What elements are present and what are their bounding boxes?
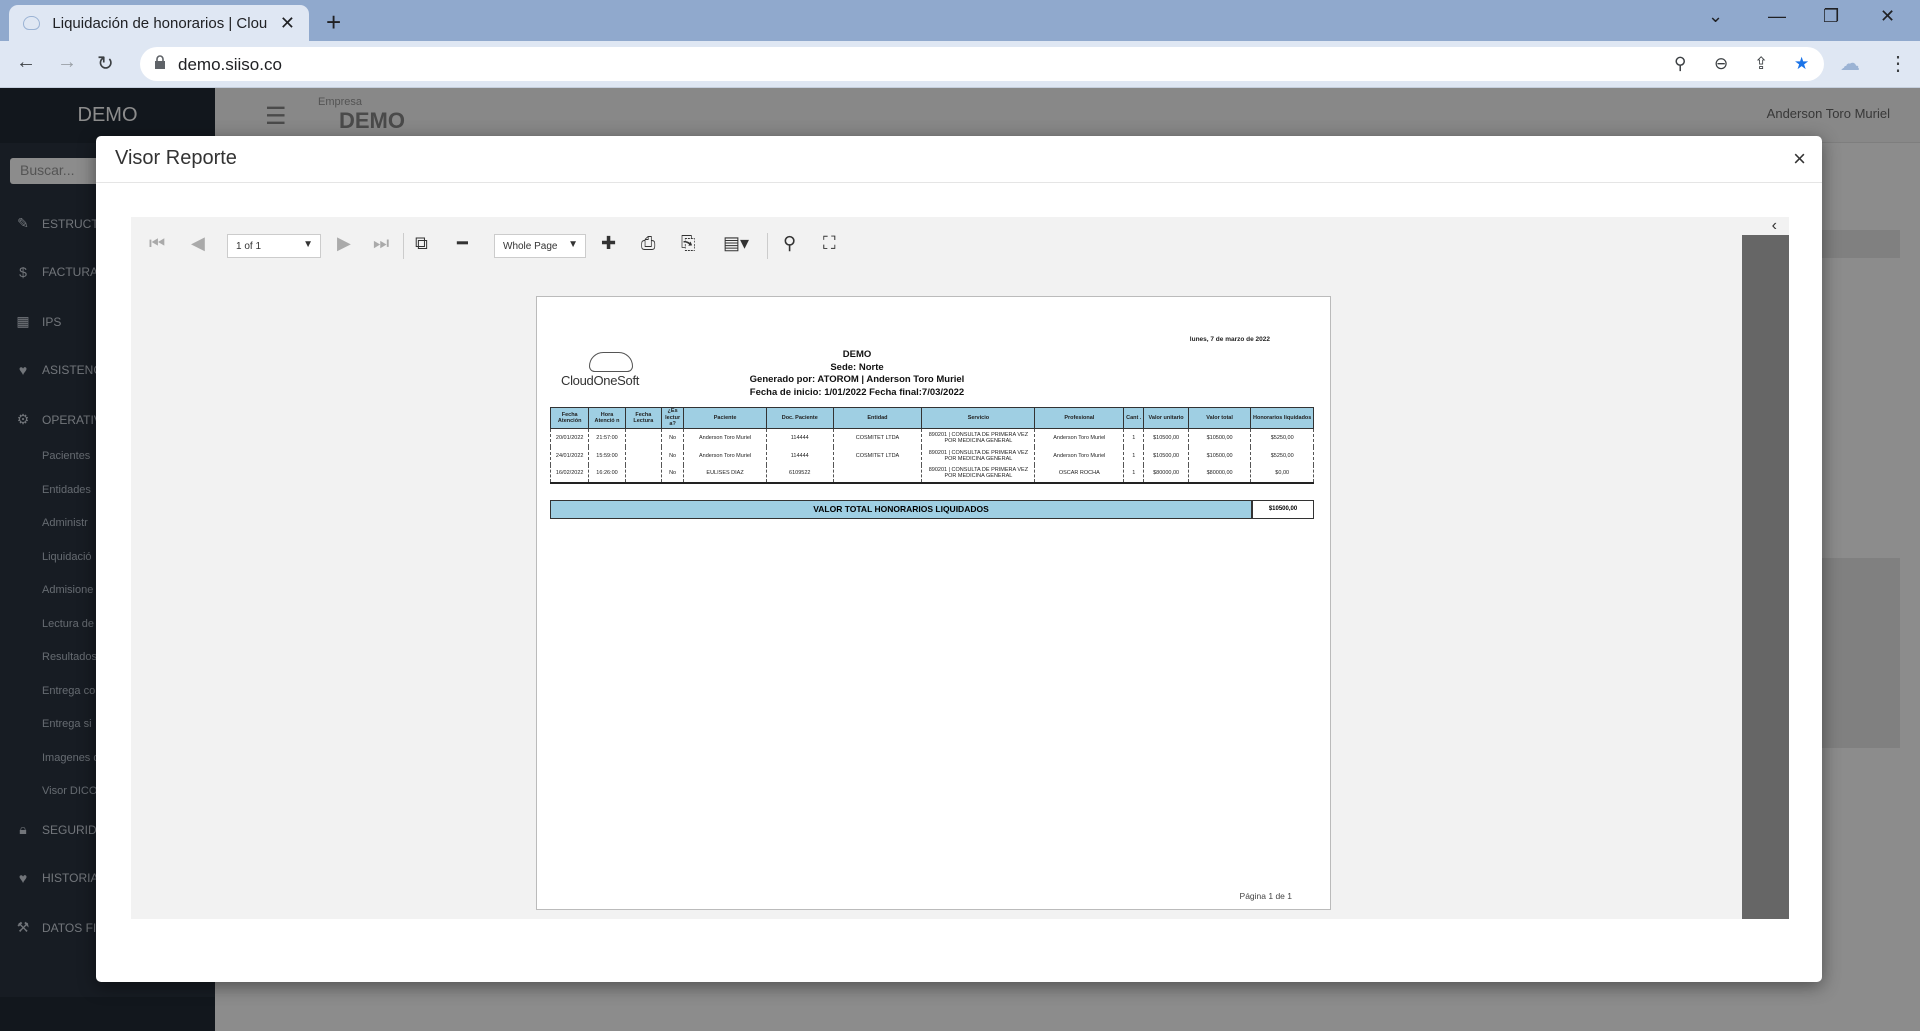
column-header: Fecha Lectura (624, 407, 663, 429)
browser-menu-icon[interactable]: ⋮ (1888, 51, 1908, 76)
report-viewer: ⏮ ◀ 1 of 1 ▼ ▶ ⏭ ⧉ ━ Whole Page ▼ ✚ ⎙ ⎘ … (131, 217, 1789, 919)
caret-down-icon: ▼ (568, 239, 578, 250)
viewer-side-panel (1742, 235, 1789, 919)
address-bar[interactable]: demo.siiso.co ⚲ ⊖ ⇪ ★ (140, 47, 1824, 81)
column-header: Entidad (832, 407, 923, 429)
column-header: Fecha Atención (549, 407, 590, 429)
table-row: 20/01/2022 21:57:00 No Anderson Toro Muriel… (549, 428, 1314, 447)
search-icon[interactable]: ⚲ (783, 233, 796, 254)
fullscreen-icon[interactable]: ⛶ (823, 233, 836, 254)
first-page-icon[interactable]: ⏮ (149, 233, 165, 254)
table-row: 16/02/2022 16:26:00 No EULISES DIAZ 6109522 8… (549, 464, 1314, 484)
browser-tab[interactable]: Liquidación de honorarios | Clou ✕ (9, 5, 309, 41)
zoom-out-icon[interactable]: ━ (457, 233, 468, 254)
toggle-sidebar-icon[interactable]: ⧉ (415, 233, 428, 254)
restore-button[interactable]: ❐ (1823, 6, 1839, 27)
report-table: Fecha Atención Hora Atenció n Fecha Lect… (549, 407, 1314, 484)
cloud-favicon-icon (23, 16, 41, 30)
back-icon[interactable]: ← (16, 51, 36, 74)
next-page-icon[interactable]: ▶ (337, 233, 351, 254)
modal-title: Visor Reporte (115, 147, 237, 169)
minimize-button[interactable]: — (1768, 6, 1786, 27)
tab-search-icon[interactable]: ⌄ (1708, 6, 1723, 27)
total-label: VALOR TOTAL HONORARIOS LIQUIDADOS (550, 500, 1252, 519)
table-header-row: Fecha Atención Hora Atenció n Fecha Lect… (549, 407, 1314, 429)
report-date: lunes, 7 de marzo de 2022 (1189, 336, 1270, 343)
caret-down-icon: ▼ (303, 239, 313, 250)
zoom-selector[interactable]: Whole Page ▼ (494, 234, 586, 258)
table-row: 24/01/2022 15:59:00 No Anderson Toro Muriel… (549, 446, 1314, 465)
viewer-toolbar: ⏮ ◀ 1 of 1 ▼ ▶ ⏭ ⧉ ━ Whole Page ▼ ✚ ⎙ ⎘ … (131, 217, 1721, 273)
location-icon[interactable]: ⚲ (1674, 54, 1686, 74)
url-text: demo.siiso.co (178, 55, 282, 74)
print-page-icon[interactable]: ⎘ (681, 233, 695, 254)
column-header: Servicio (921, 407, 1036, 429)
column-header: ¿Es lectur a? (660, 407, 685, 429)
modal-header: Visor Reporte × (96, 136, 1822, 183)
total-value: $10500,00 (1252, 500, 1314, 519)
profile-cloud-icon[interactable]: ☁ (1840, 51, 1860, 76)
reload-icon[interactable]: ↻ (97, 51, 114, 76)
cloud-logo-icon (589, 352, 633, 372)
page-footer: Página 1 de 1 (1239, 891, 1292, 901)
collapse-panel-icon[interactable]: ‹ (1772, 217, 1777, 235)
toolbar-divider (767, 233, 768, 259)
report-header: DEMO Sede: Norte Generado por: ATOROM | … (749, 349, 965, 398)
tab-title: Liquidación de honorarios | Clou (52, 14, 268, 32)
lock-icon (155, 55, 165, 69)
company-logo: CloudOneSoft (561, 352, 666, 392)
column-header: Valor total (1187, 407, 1252, 429)
forward-icon[interactable]: → (57, 51, 77, 74)
total-row: VALOR TOTAL HONORARIOS LIQUIDADOS $10500… (550, 500, 1314, 519)
bookmark-star-icon[interactable]: ★ (1794, 54, 1809, 74)
modal-close-button[interactable]: × (1793, 146, 1806, 172)
tab-close-icon[interactable]: ✕ (280, 13, 295, 34)
toolbar-divider (403, 233, 404, 259)
browser-toolbar: ← → ↻ demo.siiso.co ⚲ ⊖ ⇪ ★ ☁ ⋮ (0, 41, 1920, 88)
last-page-icon[interactable]: ⏭ (373, 233, 389, 254)
zoom-in-icon[interactable]: ✚ (601, 233, 616, 254)
column-header: Paciente (683, 407, 767, 429)
page-selector[interactable]: 1 of 1 ▼ (227, 234, 321, 258)
column-header: Cant . (1123, 407, 1145, 429)
column-header: Doc. Paciente (765, 407, 834, 429)
browser-tabbar: Liquidación de honorarios | Clou ✕ + ⌄ —… (0, 0, 1920, 41)
share-icon[interactable]: ⇪ (1754, 54, 1768, 74)
column-header: Valor unitario (1143, 407, 1189, 429)
print-icon[interactable]: ⎙ (641, 233, 655, 254)
prev-page-icon[interactable]: ◀ (191, 233, 205, 254)
column-header: Hora Atenció n (588, 407, 626, 429)
window-close-button[interactable]: ✕ (1880, 6, 1895, 27)
report-viewer-modal: Visor Reporte × ⏮ ◀ 1 of 1 ▼ ▶ ⏭ ⧉ ━ Who… (96, 136, 1822, 982)
column-header: Honorarios liquidados (1250, 407, 1314, 429)
new-tab-button[interactable]: + (326, 7, 341, 38)
export-icon[interactable]: ▤▾ (723, 233, 749, 254)
report-page: lunes, 7 de marzo de 2022 CloudOneSoft D… (536, 296, 1331, 910)
zoom-icon[interactable]: ⊖ (1714, 54, 1728, 74)
column-header: Profesional (1034, 407, 1125, 429)
